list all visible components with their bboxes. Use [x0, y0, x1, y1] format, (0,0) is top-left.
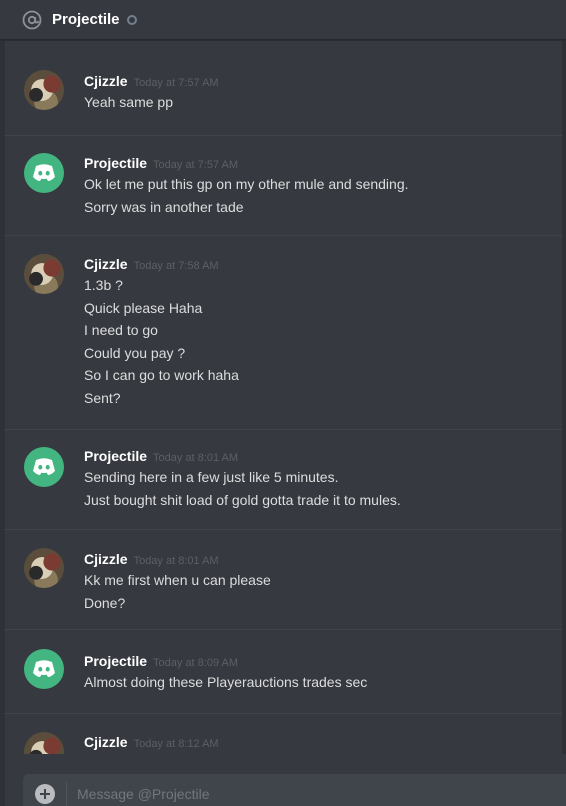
message-text: So I can go to work haha: [84, 367, 239, 383]
message-text: Yeah same pp: [84, 94, 173, 110]
message-text: Kk me first when u can please: [84, 572, 271, 588]
composer-divider: [66, 782, 67, 806]
scrollbar[interactable]: [562, 41, 566, 754]
timestamp: Today at 8:01 AM: [133, 555, 219, 567]
message-text: Could you pay ?: [84, 344, 186, 361]
username[interactable]: Projectile: [84, 155, 147, 171]
channel-header: Projectile: [0, 0, 566, 40]
timestamp: Today at 8:09 AM: [153, 657, 239, 669]
message-group: Cjizzle Today at 7:58 AM 1.3b ? Quick pl…: [5, 236, 562, 430]
message-list: Cjizzle Today at 7:57 AM Yeah same pp Pr…: [5, 41, 562, 754]
message-input[interactable]: [77, 782, 566, 806]
message-group: Projectile Today at 7:57 AM Ok let me pu…: [5, 136, 562, 236]
message-text: Ok let me put this gp on my other mule a…: [84, 176, 409, 192]
avatar[interactable]: [24, 548, 64, 588]
message-text: Done?: [84, 594, 126, 611]
discord-logo-icon: [33, 660, 55, 677]
timestamp: Today at 7:57 AM: [153, 159, 239, 171]
username[interactable]: Cjizzle: [84, 734, 128, 750]
upload-button[interactable]: [35, 784, 55, 804]
username[interactable]: Cjizzle: [84, 551, 128, 567]
username[interactable]: Cjizzle: [84, 256, 128, 272]
plus-icon: [40, 789, 50, 799]
avatar[interactable]: [24, 447, 64, 487]
message-group: Cjizzle Today at 8:12 AM: [5, 714, 562, 754]
username[interactable]: Projectile: [84, 653, 147, 669]
timestamp: Today at 8:12 AM: [133, 738, 219, 750]
timestamp: Today at 7:57 AM: [133, 77, 219, 89]
avatar[interactable]: [24, 649, 64, 689]
message-text: Just bought shit load of gold gotta trad…: [84, 491, 401, 508]
avatar[interactable]: [24, 732, 64, 754]
message-composer: [23, 774, 566, 806]
at-icon: [22, 10, 42, 30]
message-text: I need to go: [84, 322, 158, 338]
header-title: Projectile: [52, 11, 120, 28]
avatar[interactable]: [24, 70, 64, 110]
message-text: Sending here in a few just like 5 minute…: [84, 469, 339, 485]
discord-logo-icon: [33, 164, 55, 181]
status-offline-icon: [126, 14, 137, 25]
discord-logo-icon: [33, 458, 55, 475]
username[interactable]: Cjizzle: [84, 73, 128, 89]
message-text: Almost doing these Playerauctions trades…: [84, 674, 368, 690]
message-group: Cjizzle Today at 8:01 AM Kk me first whe…: [5, 530, 562, 630]
message-group: Cjizzle Today at 7:57 AM Yeah same pp: [5, 41, 562, 136]
message-text: Sorry was in another tade: [84, 198, 244, 215]
message-group: Projectile Today at 8:01 AM Sending here…: [5, 430, 562, 530]
message-text: 1.3b ?: [84, 277, 123, 293]
avatar[interactable]: [24, 254, 64, 294]
timestamp: Today at 8:01 AM: [153, 452, 239, 464]
timestamp: Today at 7:58 AM: [133, 260, 219, 272]
message-text: Sent?: [84, 389, 121, 406]
username[interactable]: Projectile: [84, 448, 147, 464]
message-text: Quick please Haha: [84, 299, 203, 316]
avatar[interactable]: [24, 153, 64, 193]
message-group: Projectile Today at 8:09 AM Almost doing…: [5, 630, 562, 714]
